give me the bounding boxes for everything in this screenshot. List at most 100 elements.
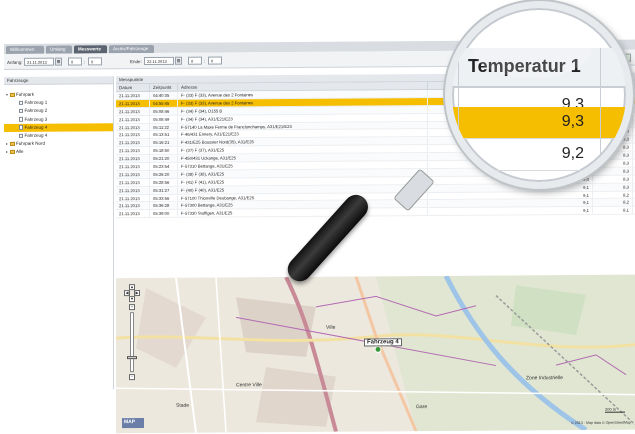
- table-cell: 05:08:46: [150, 108, 178, 115]
- table-cell: 8,2: [593, 191, 633, 198]
- table-cell: 05:13:51: [150, 131, 178, 138]
- lens-glare: [472, 18, 592, 78]
- table-cell: 9,1: [428, 199, 593, 207]
- map-place-label: Ville: [326, 325, 335, 331]
- table-cell: 21.11.2013: [116, 171, 150, 178]
- table-cell: 05:16:21: [150, 139, 178, 146]
- from-calendar-icon[interactable]: ▦: [55, 58, 62, 66]
- map-place-label: Centre Ville: [236, 382, 262, 388]
- table-cell: 04:55:45: [150, 100, 178, 107]
- tree-item-label: Fahrzeug 2: [25, 108, 48, 113]
- table-cell: 21.11.2013: [116, 131, 150, 138]
- map-place-label: Stade: [176, 403, 189, 409]
- map-logo: MAP: [122, 418, 144, 428]
- table-cell: 21.11.2013: [116, 210, 150, 217]
- vehicle-tree: ▾FuhrparkFahrzeug 1Fahrzeug 2Fahrzeug 3F…: [4, 90, 113, 156]
- table-cell: 21.11.2013: [116, 108, 150, 115]
- table-cell: 21.11.2013: [116, 147, 150, 154]
- folder-icon: [10, 142, 15, 146]
- table-cell: 21.11.2013: [116, 187, 150, 194]
- table-cell: 05:36:28: [150, 202, 178, 209]
- map-place-label: Gare: [416, 404, 427, 410]
- tab-willkommen[interactable]: Willkommen: [6, 46, 44, 54]
- table-cell: 21.11.2013: [116, 195, 150, 202]
- to-hour-select[interactable]: 0: [188, 57, 202, 65]
- tab-umlang[interactable]: Umlang: [46, 46, 72, 54]
- map-scale-bar: 200 m: [605, 407, 625, 413]
- tab-messwerte[interactable]: Messwerte: [74, 45, 107, 53]
- folder-icon: [10, 93, 15, 97]
- table-cell: 21.11.2013: [116, 179, 150, 186]
- zoom-slider[interactable]: [130, 312, 134, 372]
- zoom-in-icon[interactable]: +: [129, 304, 135, 310]
- tree-folder[interactable]: ▸Alle: [4, 148, 113, 157]
- table-cell: 04:40:35: [150, 92, 178, 99]
- table-cell: 21.11.2013: [116, 100, 150, 107]
- tree-item-label: Fuhrpark: [16, 92, 34, 97]
- table-cell: 05:26:20: [150, 171, 178, 178]
- table-cell: 21.11.2013: [116, 116, 150, 123]
- vehicle-tree-panel: Fahrzeuge ▾FuhrparkFahrzeug 1Fahrzeug 2F…: [4, 76, 114, 390]
- table-cell: 8,1: [593, 207, 633, 214]
- tree-item-label: Fahrzeug 4: [25, 133, 48, 138]
- map-copyright: © 2013 - Map data © OpenStreetMap: [571, 421, 631, 425]
- to-label: Ende:: [130, 59, 142, 64]
- from-date-input[interactable]: 21.11.2013: [24, 58, 54, 66]
- zoom-out-icon[interactable]: −: [129, 374, 135, 380]
- table-cell: 21.11.2013: [116, 139, 150, 146]
- table-cell: 05:18:50: [150, 147, 178, 154]
- temperature-value: 9,3: [562, 113, 584, 131]
- vehicle-icon: [19, 101, 23, 106]
- table-cell: 05:08:49: [150, 115, 178, 122]
- vehicle-icon: [19, 125, 23, 130]
- map-place-label: Zone Industrielle: [526, 375, 563, 381]
- tree-item-label: Fahrzeug 4: [25, 124, 48, 129]
- folder-icon: [10, 150, 15, 154]
- map-canvas: [116, 275, 635, 434]
- to-calendar-icon[interactable]: ▦: [175, 57, 182, 65]
- table-cell: 05:23:54: [150, 163, 178, 170]
- table-cell: 05:11:22: [150, 123, 178, 130]
- vehicle-marker-label[interactable]: Fahrzeug 4: [364, 338, 402, 346]
- table-cell: 05:28:56: [150, 179, 178, 186]
- table-cell: 8,2: [593, 199, 633, 206]
- from-minute-select[interactable]: 0: [88, 57, 102, 65]
- table-cell: 9,1: [428, 207, 593, 215]
- to-minute-select[interactable]: 0: [208, 56, 222, 64]
- from-hour-select[interactable]: 0: [68, 57, 82, 65]
- time-separator: :: [204, 59, 205, 64]
- to-date-input[interactable]: 22.11.2013: [144, 57, 174, 65]
- vehicle-icon: [19, 109, 23, 114]
- pan-down-icon[interactable]: ▼: [129, 296, 135, 302]
- table-cell: F-57330 Stuffigen, A31/E25: [178, 208, 428, 217]
- table-cell: 8,3: [593, 183, 633, 190]
- table-cell: 05:31:27: [150, 186, 178, 193]
- vehicle-icon: [19, 133, 23, 138]
- column-divider: [600, 48, 601, 188]
- table-cell: 21.11.2013: [116, 92, 150, 99]
- map-view[interactable]: ▲ ◀ ▶ ▼ + − Ville Centre Ville Stade Gar…: [116, 275, 635, 434]
- table-cell: 05:33:56: [150, 194, 178, 201]
- table-cell: 21.11.2013: [116, 202, 150, 209]
- temperature-value: 9,2: [562, 145, 584, 163]
- column-divider: [458, 48, 459, 188]
- table-cell: 21.11.2013: [116, 124, 150, 131]
- table-cell: 9,1: [428, 191, 593, 199]
- vehicle-icon: [19, 117, 23, 122]
- table-cell: 05:21:20: [150, 155, 178, 162]
- from-label: Anfang:: [7, 60, 23, 65]
- tree-item-label: Fuhrpark Nord: [16, 141, 45, 146]
- column-header[interactable]: Datum: [116, 84, 150, 91]
- tree-item-label: Fahrzeug 3: [25, 116, 48, 121]
- table-cell: 05:39:00: [150, 210, 178, 217]
- tree-item-label: Fahrzeug 1: [25, 100, 48, 105]
- zoom-slider-handle[interactable]: [127, 356, 137, 359]
- table-cell: 21.11.2013: [116, 163, 150, 170]
- time-separator: :: [84, 59, 85, 64]
- vehicle-panel-title: Fahrzeuge: [4, 76, 113, 85]
- table-cell: 21.11.2013: [116, 155, 150, 162]
- tree-item-label: Alle: [16, 149, 24, 154]
- magnifier-lens: Temperatur 1 9,3 9,3 9,2: [445, 1, 633, 189]
- magnified-table: Temperatur 1 9,3 9,3 9,2: [452, 8, 626, 182]
- column-header[interactable]: Zeitpunkt: [150, 84, 178, 91]
